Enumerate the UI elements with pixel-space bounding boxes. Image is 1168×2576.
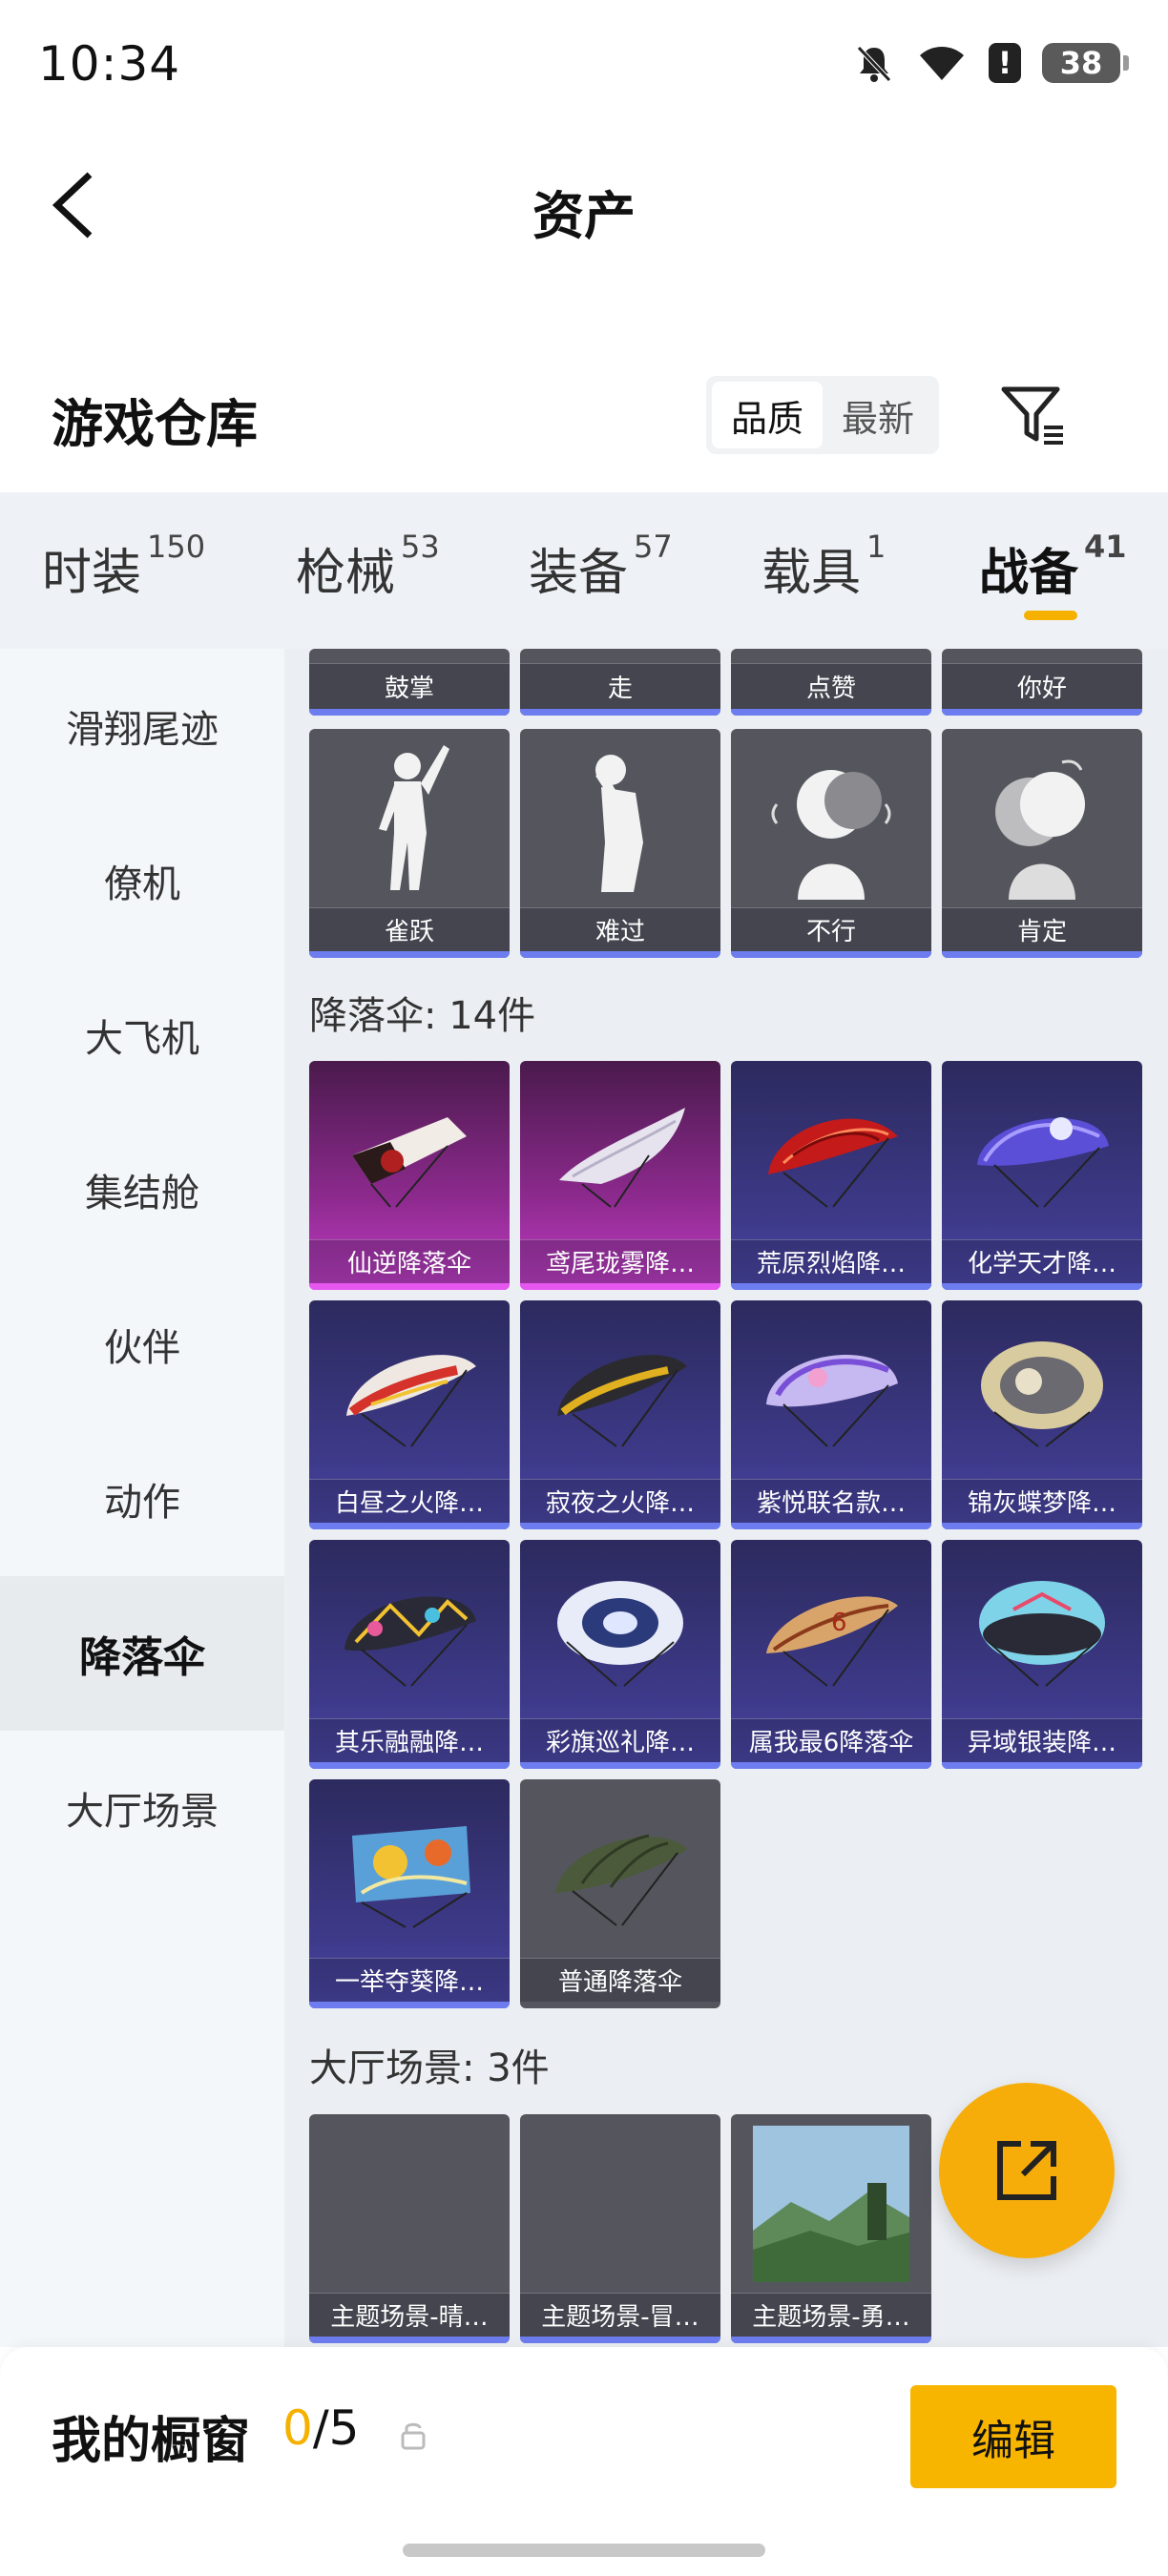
parachute-card[interactable]: 寂夜之火降… — [520, 1300, 720, 1529]
emote-card[interactable]: 难过 — [520, 729, 720, 958]
sidebar: 滑翔尾迹 僚机 大飞机 集结舱 伙伴 动作 降落伞 大厅场景 — [0, 649, 284, 2347]
sidebar-item-emotes[interactable]: 动作 — [0, 1422, 284, 1576]
parachute-icon — [309, 1779, 510, 1958]
edit-button[interactable]: 编辑 — [910, 2385, 1116, 2488]
sidebar-item-parachute[interactable]: 降落伞 — [0, 1576, 284, 1731]
emote-head-nod-icon — [942, 729, 1142, 907]
parachute-icon — [942, 1540, 1142, 1718]
emote-card[interactable]: 肯定 — [942, 729, 1142, 958]
parachute-card[interactable]: 鸢尾珑雾降… — [520, 1061, 720, 1290]
parachute-icon: 6 — [731, 1540, 931, 1718]
parachute-card[interactable]: 彩旗巡礼降… — [520, 1540, 720, 1769]
showcase-bar: 我的橱窗 0/5 编辑 — [0, 2347, 1168, 2576]
parachute-icon — [731, 1300, 931, 1479]
home-indicator[interactable] — [403, 2544, 765, 2557]
category-tabs: 时装 150 枪械 53 装备 57 载具 1 战备 41 — [0, 492, 1168, 649]
emote-card[interactable]: 你好 — [942, 649, 1142, 716]
sidebar-item-lobby-scene[interactable]: 大厅场景 — [0, 1731, 284, 1885]
parachute-icon — [731, 1061, 931, 1239]
showcase-count: 0/5 — [282, 2400, 360, 2456]
parachute-card[interactable]: 白昼之火降… — [309, 1300, 510, 1529]
parachute-icon — [520, 1300, 720, 1479]
parachute-icon — [309, 1061, 510, 1239]
warehouse-title: 游戏仓库 — [52, 394, 258, 454]
tab-vehicles[interactable]: 载具 1 — [761, 529, 886, 604]
parachute-card[interactable]: 锦灰蝶梦降… — [942, 1300, 1142, 1529]
parachute-section-title: 降落伞: 14件 — [309, 994, 536, 1038]
parachute-icon — [520, 1061, 720, 1239]
tab-equipment[interactable]: 装备 57 — [529, 529, 673, 604]
parachute-card[interactable]: 其乐融融降… — [309, 1540, 510, 1769]
filter-button[interactable] — [996, 380, 1069, 452]
parachute-card[interactable]: 紫悦联名款… — [731, 1300, 931, 1529]
parachute-icon — [309, 1540, 510, 1718]
warehouse-row: 游戏仓库 品质 最新 — [0, 353, 1168, 477]
status-bar: 10:34 ! 38 — [0, 0, 1168, 134]
parachute-card[interactable]: 仙逆降落伞 — [309, 1061, 510, 1290]
parachute-icon — [942, 1061, 1142, 1239]
tab-weapons[interactable]: 枪械 53 — [296, 529, 440, 604]
wifi-icon — [920, 47, 964, 80]
parachute-icon — [309, 1300, 510, 1479]
emote-card[interactable]: 不行 — [731, 729, 931, 958]
parachute-card[interactable]: 荒原烈焰降… — [731, 1061, 931, 1290]
sort-quality-button[interactable]: 品质 — [712, 382, 823, 448]
showcase-title: 我的橱窗 — [52, 2413, 251, 2470]
tab-fashion[interactable]: 时装 150 — [42, 529, 205, 604]
tab-battle-gear[interactable]: 战备 41 — [979, 529, 1127, 604]
emote-figure-icon — [520, 729, 720, 907]
emote-card[interactable]: 点赞 — [731, 649, 931, 716]
parachute-icon — [520, 1540, 720, 1718]
page-title: 资产 — [532, 186, 636, 246]
filter-icon — [1001, 386, 1063, 445]
sidebar-item-glide-trail[interactable]: 滑翔尾迹 — [0, 649, 284, 803]
emote-head-shake-icon — [731, 729, 931, 907]
sort-toggle: 品质 最新 — [706, 376, 939, 454]
lock-icon — [401, 2422, 426, 2450]
parachute-card[interactable]: 普通降落伞 — [520, 1779, 720, 2008]
emote-card[interactable]: 雀跃 — [309, 729, 510, 958]
emote-card[interactable]: 鼓掌 — [309, 649, 510, 716]
lobby-scene-card[interactable]: 主题场景-勇… — [731, 2114, 931, 2343]
sidebar-item-companion[interactable]: 伙伴 — [0, 1267, 284, 1422]
header: 资产 — [0, 134, 1168, 277]
parachute-card[interactable]: 化学天才降… — [942, 1061, 1142, 1290]
sidebar-item-wingman[interactable]: 僚机 — [0, 803, 284, 958]
emote-figure-icon — [309, 729, 510, 907]
lobby-scene-card[interactable]: 主题场景-冒… — [520, 2114, 720, 2343]
external-link-icon — [997, 2141, 1056, 2200]
parachute-icon — [520, 1779, 720, 1958]
active-tab-indicator — [1024, 611, 1077, 620]
lobby-scene-card[interactable]: 主题场景-晴… — [309, 2114, 510, 2343]
sidebar-item-big-plane[interactable]: 大飞机 — [0, 958, 284, 1112]
parachute-card[interactable]: 6 属我最6降落伞 — [731, 1540, 931, 1769]
status-icons: ! 38 — [853, 42, 1129, 84]
svg-text:6: 6 — [831, 1609, 847, 1637]
parachute-icon — [942, 1300, 1142, 1479]
sort-latest-button[interactable]: 最新 — [823, 382, 933, 448]
emote-card[interactable]: 走 — [520, 649, 720, 716]
parachute-card[interactable]: 一举夺葵降… — [309, 1779, 510, 2008]
sidebar-item-pod[interactable]: 集结舱 — [0, 1112, 284, 1267]
alert-icon: ! — [989, 43, 1021, 83]
landscape-thumbnail — [731, 2114, 931, 2293]
status-time: 10:34 — [38, 36, 181, 92]
mute-bell-icon — [857, 46, 891, 82]
battery-icon: 38 — [1042, 43, 1129, 83]
parachute-card[interactable]: 异域银装降… — [942, 1540, 1142, 1769]
lobby-section-title: 大厅场景: 3件 — [309, 2046, 550, 2090]
share-button[interactable] — [939, 2083, 1115, 2258]
